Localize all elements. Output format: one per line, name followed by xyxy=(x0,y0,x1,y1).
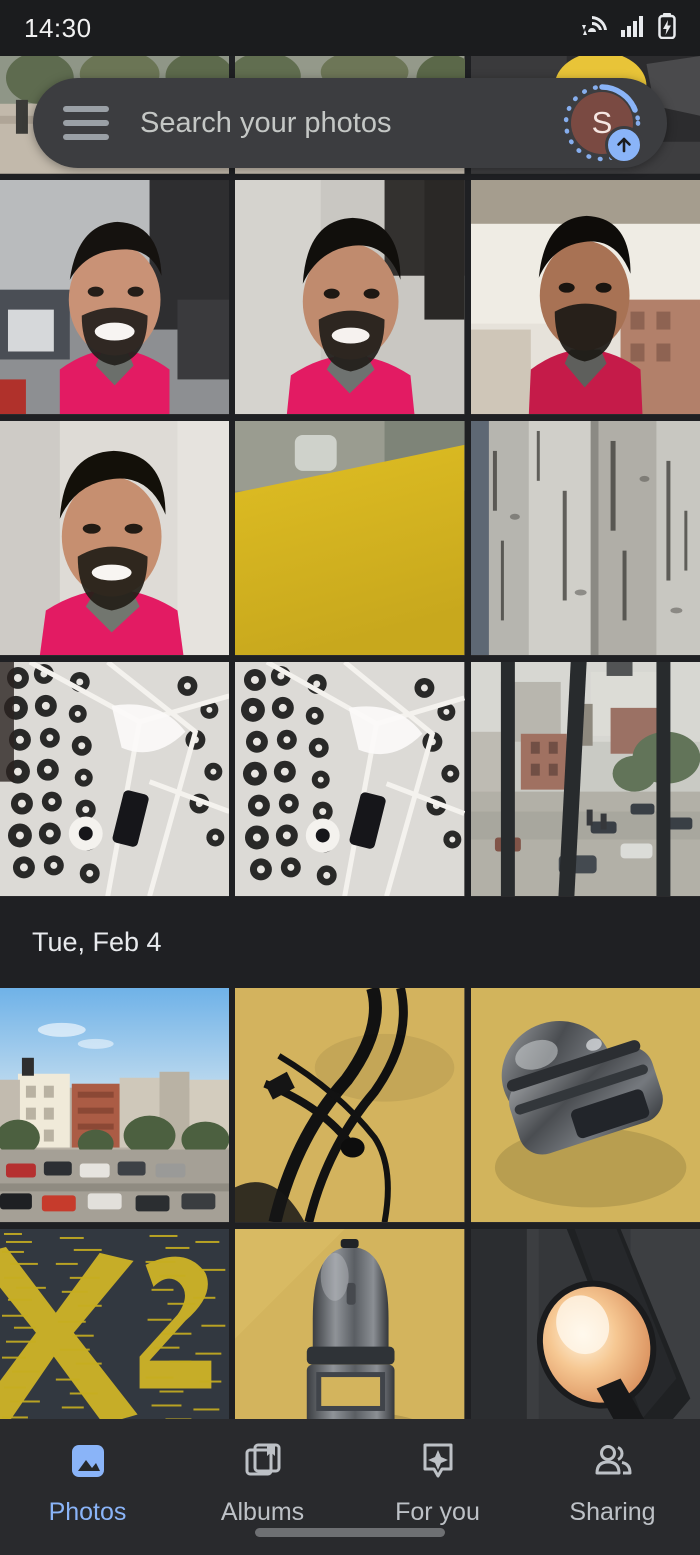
for-you-icon[interactable] xyxy=(414,1437,462,1485)
account-avatar-button[interactable]: S xyxy=(563,84,643,164)
status-time: 14:30 xyxy=(24,12,92,43)
photo-selfie-wall[interactable] xyxy=(235,180,465,415)
photo-yellow-surface[interactable] xyxy=(235,421,465,656)
home-indicator[interactable] xyxy=(255,1528,445,1537)
photo-doodle-art-2[interactable] xyxy=(235,662,465,897)
nav-label-albums: Albums xyxy=(220,1498,305,1526)
photo-selfie-indoor[interactable] xyxy=(0,421,230,656)
photo-x2-poster[interactable] xyxy=(0,1229,230,1451)
date-header-feb-4: Tue, Feb 4 xyxy=(0,903,700,982)
grid-row xyxy=(0,1229,700,1451)
nav-item-sharing[interactable]: Sharing xyxy=(525,1437,700,1527)
nav-item-photos[interactable]: Photos xyxy=(0,1437,175,1527)
photo-selfie-window[interactable] xyxy=(470,180,700,415)
photos-app-screen: Tue, Feb 4 14:30 Search your photos S Ph… xyxy=(0,0,700,1555)
albums-icon[interactable] xyxy=(239,1437,287,1485)
nav-label-photos: Photos xyxy=(48,1498,127,1526)
signal-icon xyxy=(620,14,646,43)
nav-item-for-you[interactable]: For you xyxy=(350,1437,525,1527)
nav-label-sharing: Sharing xyxy=(569,1498,656,1526)
search-input[interactable]: Search your photos xyxy=(140,107,563,140)
wifi-icon xyxy=(578,13,608,44)
grid-row xyxy=(0,988,700,1223)
hamburger-menu-icon[interactable] xyxy=(63,106,109,140)
photo-street-from-window[interactable] xyxy=(470,662,700,897)
photos-icon[interactable] xyxy=(64,1437,112,1485)
photo-metal-lamp-holder[interactable] xyxy=(235,1229,465,1451)
photo-doodle-art-1[interactable] xyxy=(0,662,230,897)
bottom-navigation-bar: Photos Albums For you Sharing xyxy=(0,1419,700,1555)
photo-grid: Tue, Feb 4 xyxy=(0,56,700,1451)
photo-metal-knob-angle[interactable] xyxy=(470,988,700,1223)
status-bar: 14:30 xyxy=(0,0,700,56)
photo-selfie-office[interactable] xyxy=(0,180,230,415)
status-icons xyxy=(578,12,676,44)
grid-row xyxy=(0,180,700,415)
photo-warm-lamp[interactable] xyxy=(470,1229,700,1451)
nav-label-for-you: For you xyxy=(395,1498,480,1526)
nav-item-albums[interactable]: Albums xyxy=(175,1437,350,1527)
date-header-label: Tue, Feb 4 xyxy=(32,927,162,957)
grid-row xyxy=(0,421,700,656)
upload-arrow-icon[interactable] xyxy=(605,126,643,164)
photo-black-wire[interactable] xyxy=(235,988,465,1223)
photo-city-aerial[interactable] xyxy=(0,988,230,1223)
battery-icon xyxy=(658,12,676,44)
search-bar[interactable]: Search your photos S xyxy=(33,78,667,168)
photo-weathered-wood[interactable] xyxy=(470,421,700,656)
sharing-icon[interactable] xyxy=(589,1437,637,1485)
grid-row xyxy=(0,662,700,897)
